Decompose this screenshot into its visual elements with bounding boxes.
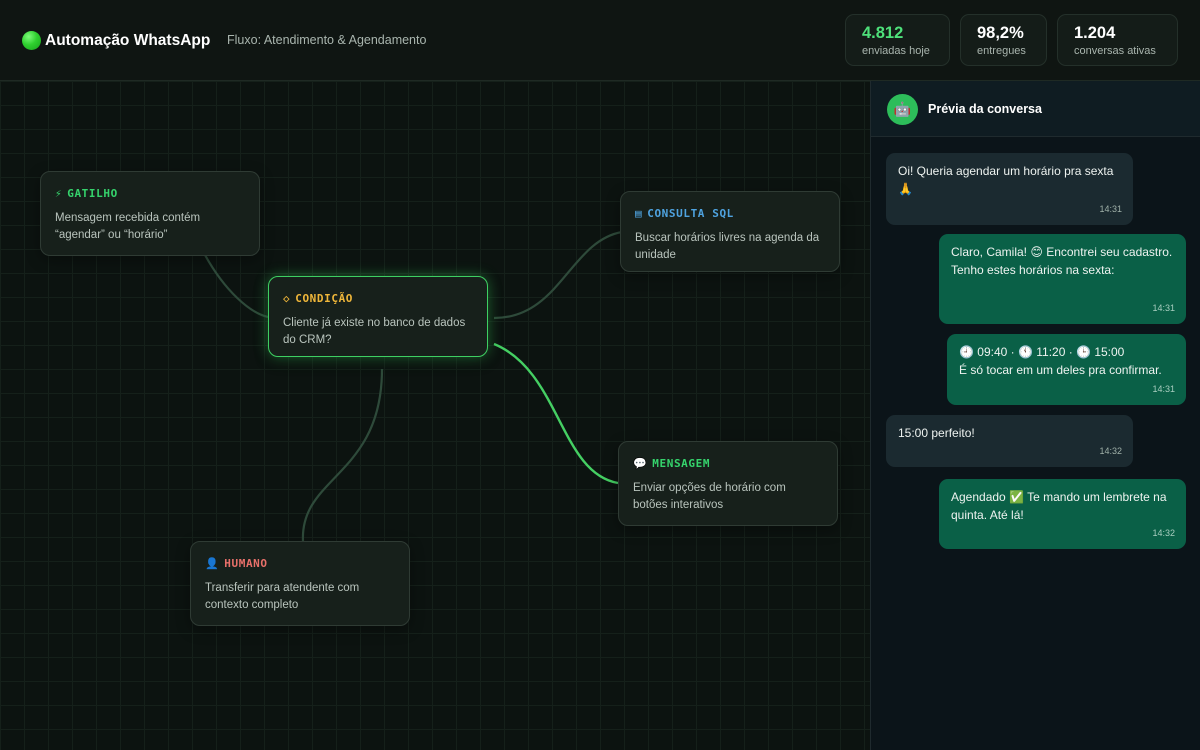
node-description: Cliente já existe no banco de dados do C… xyxy=(283,317,466,346)
stat-delivered: 98,2% entregues xyxy=(960,14,1047,66)
stat-label: entregues xyxy=(977,45,1026,57)
stat-value: 98,2% xyxy=(977,24,1024,42)
node-title: 💬 MENSAGEM xyxy=(633,457,823,470)
app-title: Automação WhatsApp xyxy=(22,31,210,50)
message-text: Agendado ✅ Te mando um lembrete na quint… xyxy=(951,490,1167,522)
status-dot-icon xyxy=(22,31,41,50)
node-description: Mensagem recebida contém “agendar” ou “h… xyxy=(55,212,201,241)
lightning-icon: ⚡ xyxy=(55,187,63,200)
chat-message-time-options: 🕘 09:40 · 🕚 11:20 · 🕒 15:00 É só tocar e… xyxy=(947,334,1186,405)
message-time: 14:31 xyxy=(1152,384,1175,394)
diamond-icon: ◇ xyxy=(283,292,291,305)
flow-canvas[interactable]: ⚡ GATILHO Mensagem recebida contém “agen… xyxy=(0,81,870,750)
stat-value: 4.812 xyxy=(862,24,904,42)
message-time: 14:31 xyxy=(1152,303,1175,313)
chat-preview-panel: 🤖 Prévia da conversa Oi! Queria agendar … xyxy=(870,81,1200,750)
chat-header: 🤖 Prévia da conversa xyxy=(871,81,1200,137)
message-time: 14:32 xyxy=(1152,528,1175,538)
chat-message-outgoing: Claro, Camila! 😊 Encontrei seu cadastro.… xyxy=(939,234,1186,324)
person-icon: 👤 xyxy=(205,557,220,570)
node-trigger[interactable]: ⚡ GATILHO Mensagem recebida contém “agen… xyxy=(40,171,260,256)
node-title-text: MENSAGEM xyxy=(652,457,711,470)
stat-active-conversations: 1.204 conversas ativas xyxy=(1057,14,1178,66)
app-title-text: Automação WhatsApp xyxy=(45,31,211,49)
node-title: ⚡ GATILHO xyxy=(55,187,245,200)
node-title-text: CONDIÇÃO xyxy=(295,292,354,305)
edge-trigger-condition[interactable] xyxy=(204,254,269,319)
stat-value: 1.204 xyxy=(1074,24,1116,42)
node-description: Enviar opções de horário com botões inte… xyxy=(633,482,786,511)
edge-condition-message[interactable] xyxy=(493,342,619,485)
node-condition[interactable]: ◇ CONDIÇÃO Cliente já existe no banco de… xyxy=(268,276,488,357)
node-human[interactable]: 👤 HUMANO Transferir para atendente com c… xyxy=(190,541,410,626)
chat-title: Prévia da conversa xyxy=(928,102,1042,116)
edge-condition-human[interactable] xyxy=(301,368,384,542)
node-title-text: GATILHO xyxy=(67,187,118,200)
flow-name: Fluxo: Atendimento & Agendamento xyxy=(227,33,427,47)
node-title-text: CONSULTA SQL xyxy=(647,207,734,220)
message-text: 15:00 perfeito! xyxy=(898,426,975,440)
message-time: 14:32 xyxy=(1099,446,1122,456)
stat-label: enviadas hoje xyxy=(862,45,930,57)
node-message[interactable]: 💬 MENSAGEM Enviar opções de horário com … xyxy=(618,441,838,526)
stat-sent-today: 4.812 enviadas hoje xyxy=(845,14,950,66)
node-title: 👤 HUMANO xyxy=(205,557,395,570)
chat-message-incoming: 15:00 perfeito! 14:32 xyxy=(886,415,1133,467)
message-text: Oi! Queria agendar um horário pra sexta … xyxy=(898,164,1114,196)
chat-message-incoming: Oi! Queria agendar um horário pra sexta … xyxy=(886,153,1133,225)
speech-bubble-icon: 💬 xyxy=(633,457,648,470)
node-title-text: HUMANO xyxy=(224,557,268,570)
top-header: Automação WhatsApp Fluxo: Atendimento & … xyxy=(0,0,1200,81)
message-text: Claro, Camila! 😊 Encontrei seu cadastro.… xyxy=(951,245,1173,277)
time-options[interactable]: 🕘 09:40 · 🕚 11:20 · 🕒 15:00 xyxy=(959,343,1174,361)
node-title: ▤ CONSULTA SQL xyxy=(635,207,825,220)
node-description: Buscar horários livres na agenda da unid… xyxy=(635,232,820,261)
stat-label: conversas ativas xyxy=(1074,45,1156,57)
message-text: É só tocar em um deles pra confirmar. xyxy=(959,363,1162,377)
message-time: 14:31 xyxy=(1099,204,1122,214)
node-title: ◇ CONDIÇÃO xyxy=(283,292,473,305)
edge-condition-sql[interactable] xyxy=(493,230,623,320)
database-icon: ▤ xyxy=(635,207,643,220)
node-sql-query[interactable]: ▤ CONSULTA SQL Buscar horários livres na… xyxy=(620,191,840,272)
bot-avatar-icon: 🤖 xyxy=(887,94,918,125)
node-description: Transferir para atendente com contexto c… xyxy=(205,582,360,611)
chat-message-outgoing: Agendado ✅ Te mando um lembrete na quint… xyxy=(939,479,1186,549)
